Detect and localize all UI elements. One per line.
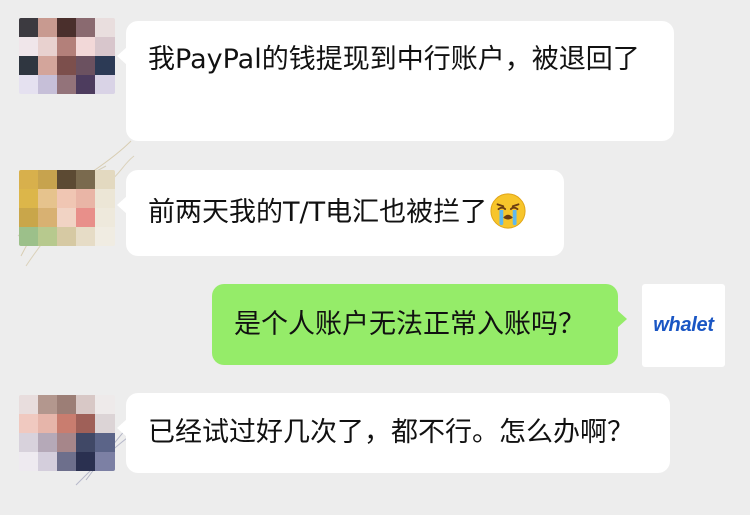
whalet-logo: whalet xyxy=(653,314,714,336)
message-bubble[interactable]: 已经试过好几次了，都不行。怎么办啊？ xyxy=(117,393,670,473)
avatar-user-3[interactable] xyxy=(19,395,115,471)
avatar-whalet[interactable]: whalet xyxy=(642,284,725,367)
avatar-user-1[interactable] xyxy=(19,18,115,94)
message-bubble[interactable]: 我PayPal的钱提现到中行账户，被退回了 xyxy=(117,21,674,141)
message-text: 我PayPal的钱提现到中行账户，被退回了 xyxy=(148,44,640,75)
message-text: 是个人账户无法正常入账吗？ xyxy=(234,309,585,340)
message-bubble-outgoing[interactable]: 是个人账户无法正常入账吗？ xyxy=(212,284,627,365)
message-text: 前两天我的T/T电汇也被拦了 xyxy=(148,197,488,228)
avatar-user-2[interactable] xyxy=(19,170,115,246)
message-text: 已经试过好几次了，都不行。怎么办啊？ xyxy=(148,417,634,448)
message-bubble[interactable]: 前两天我的T/T电汇也被拦了 xyxy=(117,170,564,256)
crying-face-icon xyxy=(490,193,526,229)
chat-window: 我PayPal的钱提现到中行账户，被退回了 前两天我的T/T电汇也被拦了 是个人… xyxy=(0,0,750,515)
